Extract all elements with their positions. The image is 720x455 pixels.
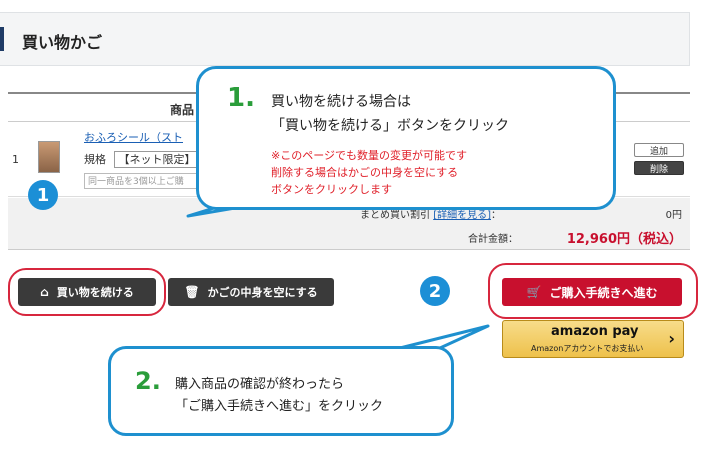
callout2-line2: 「ご購入手続きへ進む」をクリック: [175, 399, 384, 414]
step1-badge: 1: [28, 180, 58, 210]
discount-details-link[interactable]: [詳細を見る]: [433, 210, 491, 221]
bulk-note: 同一商品を3個以上ご購: [84, 173, 204, 189]
spec-label: 規格: [84, 153, 106, 166]
page-title: 買い物かご: [22, 33, 103, 52]
callout2-number: 2.: [135, 367, 161, 395]
discount-value: 0円: [665, 210, 682, 221]
amazon-pay-button[interactable]: amazon pay Amazonアカウントでお支払い ›: [502, 320, 684, 358]
delete-label: 削除: [649, 164, 668, 175]
home-icon: ⌂: [40, 285, 49, 299]
checkout-label: ご購入手続きへ進む: [549, 285, 658, 300]
header-accent-bar: [0, 27, 4, 51]
amazon-pay-logo: amazon pay: [551, 324, 639, 339]
callout1-note3: ボタンをクリックします: [271, 183, 392, 196]
spec-value: 【ネット限定】: [113, 151, 201, 168]
empty-label: かごの中身を空にする: [207, 286, 318, 299]
product-spec: 規格 【ネット限定】: [84, 151, 201, 168]
empty-cart-button[interactable]: 🗑 かごの中身を空にする: [168, 278, 334, 306]
product-link[interactable]: おふろシール（スト: [84, 129, 183, 145]
continue-label: 買い物を続ける: [56, 286, 134, 299]
cart-header: 買い物かご: [0, 12, 690, 66]
callout2-line1: 購入商品の確認が終わったら: [175, 377, 345, 392]
continue-shopping-button[interactable]: ⌂ 買い物を続ける: [18, 278, 156, 306]
chevron-right-icon: ›: [668, 329, 675, 348]
discount-text: まとめ買い割引: [360, 210, 430, 221]
delete-button[interactable]: 削除: [634, 161, 684, 175]
callout-continue: 1. 買い物を続ける場合は 「買い物を続ける」ボタンをクリック ※このページでも…: [196, 66, 616, 210]
callout-checkout: 2. 購入商品の確認が終わったら 「ご購入手続きへ進む」をクリック: [108, 346, 454, 436]
add-label: 追加: [649, 146, 668, 157]
callout1-line2: 「買い物を続ける」ボタンをクリック: [271, 118, 509, 134]
product-thumbnail[interactable]: [38, 141, 60, 173]
callout1-line1: 買い物を続ける場合は: [271, 94, 411, 110]
checkout-button[interactable]: 🛒 ご購入手続きへ進む: [502, 278, 682, 306]
callout1-note2: 削除する場合はかごの中身を空にする: [271, 166, 459, 179]
add-button[interactable]: 追加: [634, 143, 684, 157]
column-product: 商品: [170, 103, 195, 117]
amazon-pay-subtext: Amazonアカウントでお支払い: [531, 344, 644, 353]
total-label: 合計金額：: [468, 234, 518, 245]
trash-icon: 🗑: [184, 285, 200, 299]
row-number: 1: [12, 153, 19, 166]
step2-badge: 2: [420, 276, 450, 306]
total-value: 12,960円（税込）: [566, 232, 682, 247]
callout1-note1: ※このページでも数量の変更が可能です: [271, 149, 467, 162]
callout1-number: 1.: [227, 83, 255, 113]
cart-icon: 🛒: [526, 285, 542, 299]
